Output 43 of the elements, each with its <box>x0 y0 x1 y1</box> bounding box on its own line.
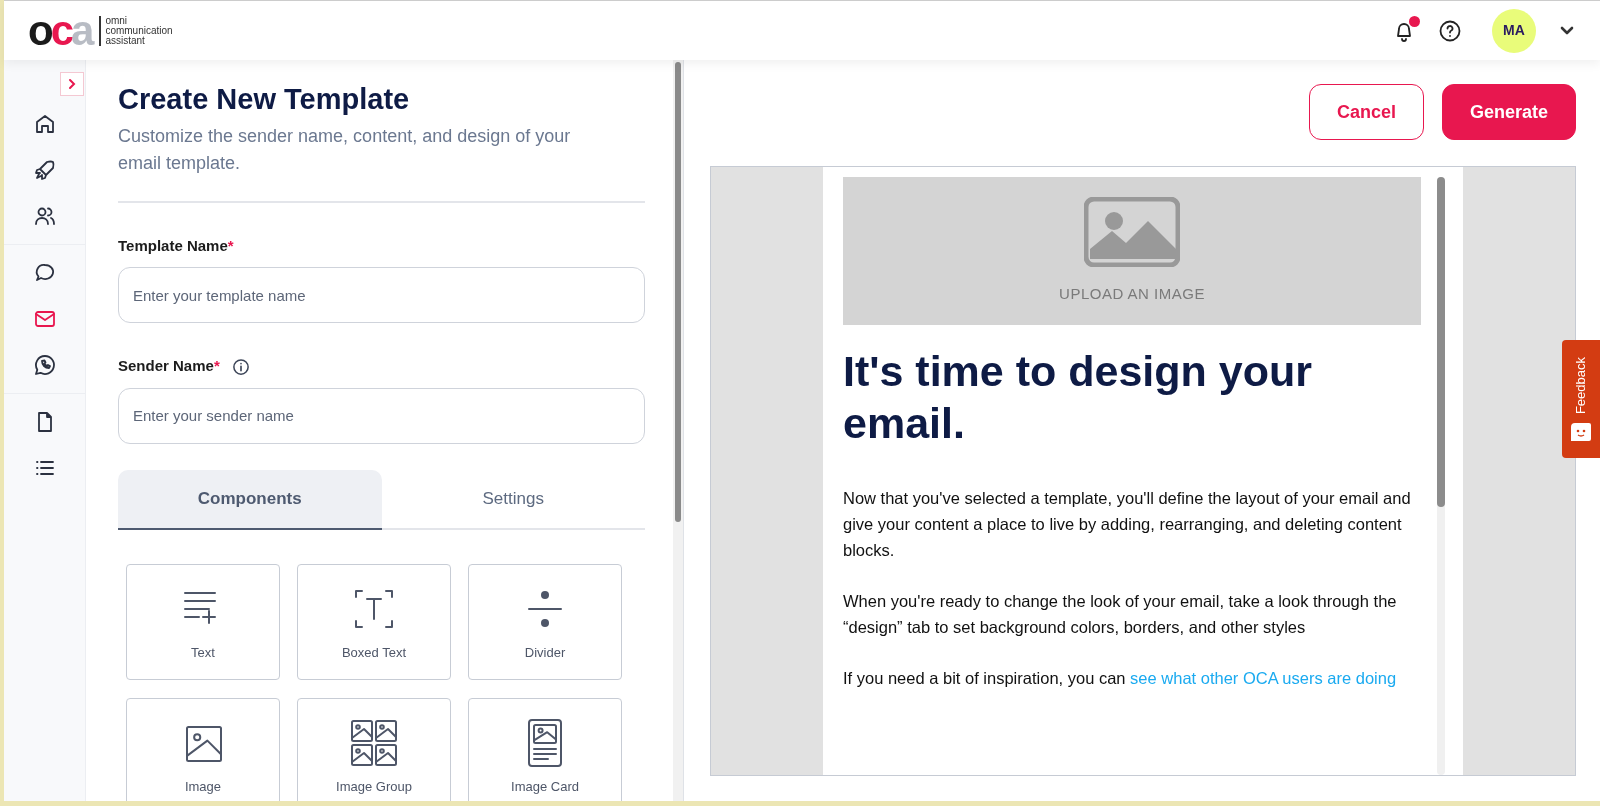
tab[interactable]: Settings <box>381 469 645 530</box>
rocket-icon <box>32 158 57 182</box>
logo-mark: oca <box>28 9 92 52</box>
scrollbar[interactable] <box>1437 177 1445 775</box>
phone-chat-icon <box>32 353 57 377</box>
help-button[interactable] <box>1438 18 1462 43</box>
component-tile[interactable]: Image Group <box>297 697 451 801</box>
cancel-button[interactable]: Cancel <box>1309 84 1424 140</box>
email-paragraph: Now that you've selected a template, you'll define the layout of your email and give your content a place to live by adding, rearranging, and deleting content blocks. <box>843 488 1412 561</box>
page-title: Create New Template <box>118 82 411 117</box>
email-paragraph: If you need a bit of inspiration, you can see what other OCA users are doing <box>843 668 1398 689</box>
scrollbar[interactable] <box>673 60 683 801</box>
email-paragraph: When you're ready to change the look of your email, take a look through the “design” tab to set background colors, borders, and other styles <box>843 591 1398 638</box>
input-field[interactable]: Enter your template name <box>118 267 645 324</box>
feedback-button[interactable]: Feedback <box>1562 340 1600 458</box>
component-label: Image Card <box>511 777 579 796</box>
upload-label: UPLOAD AN IMAGE <box>1059 283 1205 304</box>
user-avatar[interactable]: MA <box>1492 8 1536 53</box>
expand-sidebar-button[interactable] <box>60 72 84 96</box>
field-label: Sender Name* <box>118 356 220 377</box>
image-icon <box>1084 196 1180 267</box>
component-label: Boxed Text <box>341 643 407 662</box>
smiley-chat-icon <box>1571 422 1591 441</box>
field-label: Template Name* <box>118 235 234 256</box>
component-tile[interactable]: Image <box>126 697 280 801</box>
logo-tagline: omni communication assistant <box>99 15 173 46</box>
chevron-right-icon <box>66 78 78 90</box>
info-icon <box>231 357 250 376</box>
component-tile[interactable]: Boxed Text <box>297 563 451 680</box>
component-label: Image <box>184 777 222 796</box>
page-subtitle: Customize the sender name, content, and design of your email template. <box>118 122 645 203</box>
component-tile[interactable]: Image Card <box>468 697 622 801</box>
component-tile[interactable]: Divider <box>468 563 622 680</box>
component-label: Divider <box>524 643 566 662</box>
component-label: Text <box>191 643 215 662</box>
tab[interactable]: Components <box>118 469 382 530</box>
image-group-icon <box>350 718 398 767</box>
help-icon <box>1438 18 1462 43</box>
component-label: Image Group <box>336 777 412 796</box>
input-field[interactable]: Enter your sender name <box>118 387 645 444</box>
email-heading: It's time to design your email. <box>843 346 1313 449</box>
component-tile[interactable]: Text <box>126 563 280 680</box>
generate-button[interactable]: Generate <box>1442 84 1576 140</box>
